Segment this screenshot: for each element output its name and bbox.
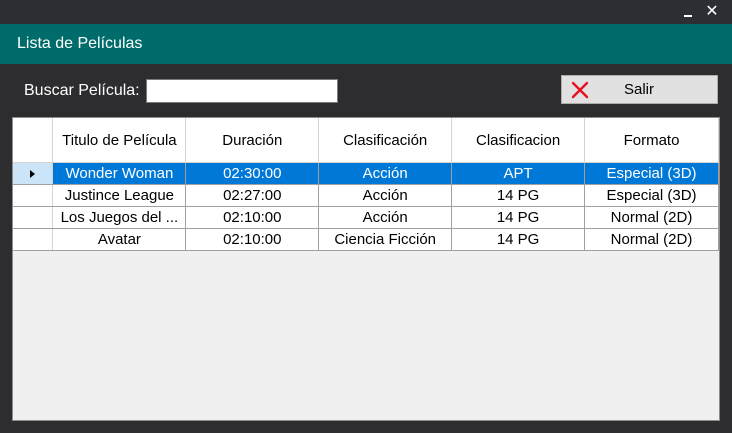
- search-input[interactable]: [146, 79, 338, 103]
- exit-button[interactable]: Salir: [561, 75, 718, 104]
- table-cell[interactable]: 14 PG: [451, 184, 586, 207]
- form-header: Lista de Películas: [0, 24, 732, 64]
- exit-button-label: Salir: [624, 81, 655, 98]
- table-cell[interactable]: 14 PG: [451, 228, 586, 251]
- table-cell[interactable]: Acción: [318, 162, 453, 185]
- table-cell[interactable]: Acción: [318, 184, 453, 207]
- red-x-icon: [571, 81, 589, 99]
- table-cell[interactable]: Wonder Woman: [52, 162, 187, 185]
- page-title: Lista de Películas: [17, 35, 143, 52]
- table-row[interactable]: Avatar 02:10:00 Ciencia Ficción 14 PG No…: [13, 228, 719, 251]
- table-cell[interactable]: Ciencia Ficción: [318, 228, 453, 251]
- table-cell[interactable]: 14 PG: [451, 206, 586, 229]
- column-header-duracion[interactable]: Duración: [185, 118, 320, 163]
- close-icon: ✕: [705, 3, 719, 20]
- row-header[interactable]: [13, 206, 54, 229]
- table-cell[interactable]: Normal (2D): [584, 228, 719, 251]
- movies-table: Titulo de Película Duración Clasificació…: [13, 118, 719, 251]
- table-cell[interactable]: Acción: [318, 206, 453, 229]
- table-row[interactable]: Wonder Woman 02:30:00 Acción APT Especia…: [13, 162, 719, 185]
- row-header[interactable]: [13, 162, 54, 185]
- row-header[interactable]: [13, 184, 54, 207]
- row-header[interactable]: [13, 228, 54, 251]
- row-header-corner: [13, 118, 54, 163]
- close-button[interactable]: ✕: [701, 0, 723, 24]
- header-row: Titulo de Película Duración Clasificació…: [13, 118, 719, 163]
- table-cell[interactable]: Especial (3D): [584, 184, 719, 207]
- table-cell[interactable]: Especial (3D): [584, 162, 719, 185]
- table-cell[interactable]: Avatar: [52, 228, 187, 251]
- minimize-button[interactable]: [677, 0, 699, 24]
- table-cell[interactable]: Normal (2D): [584, 206, 719, 229]
- search-label: Buscar Película:: [24, 82, 140, 99]
- minimize-icon: [684, 15, 692, 17]
- table-cell[interactable]: 02:10:00: [185, 228, 320, 251]
- column-header-titulo[interactable]: Titulo de Película: [52, 118, 187, 163]
- column-header-formato[interactable]: Formato: [584, 118, 719, 163]
- table-cell[interactable]: Los Juegos del ...: [52, 206, 187, 229]
- table-cell[interactable]: APT: [451, 162, 586, 185]
- column-header-clasificacion[interactable]: Clasificación: [318, 118, 453, 163]
- table-cell[interactable]: 02:27:00: [185, 184, 320, 207]
- current-row-arrow-icon: [30, 170, 36, 179]
- table-row[interactable]: Los Juegos del ... 02:10:00 Acción 14 PG…: [13, 206, 719, 229]
- column-header-clasificacion-2[interactable]: Clasificacion: [451, 118, 586, 163]
- table-cell[interactable]: Justince League: [52, 184, 187, 207]
- movies-grid[interactable]: Titulo de Película Duración Clasificació…: [12, 117, 720, 421]
- table-row[interactable]: Justince League 02:27:00 Acción 14 PG Es…: [13, 184, 719, 207]
- window-titlebar: ✕: [0, 0, 732, 24]
- table-cell[interactable]: 02:30:00: [185, 162, 320, 185]
- table-cell[interactable]: 02:10:00: [185, 206, 320, 229]
